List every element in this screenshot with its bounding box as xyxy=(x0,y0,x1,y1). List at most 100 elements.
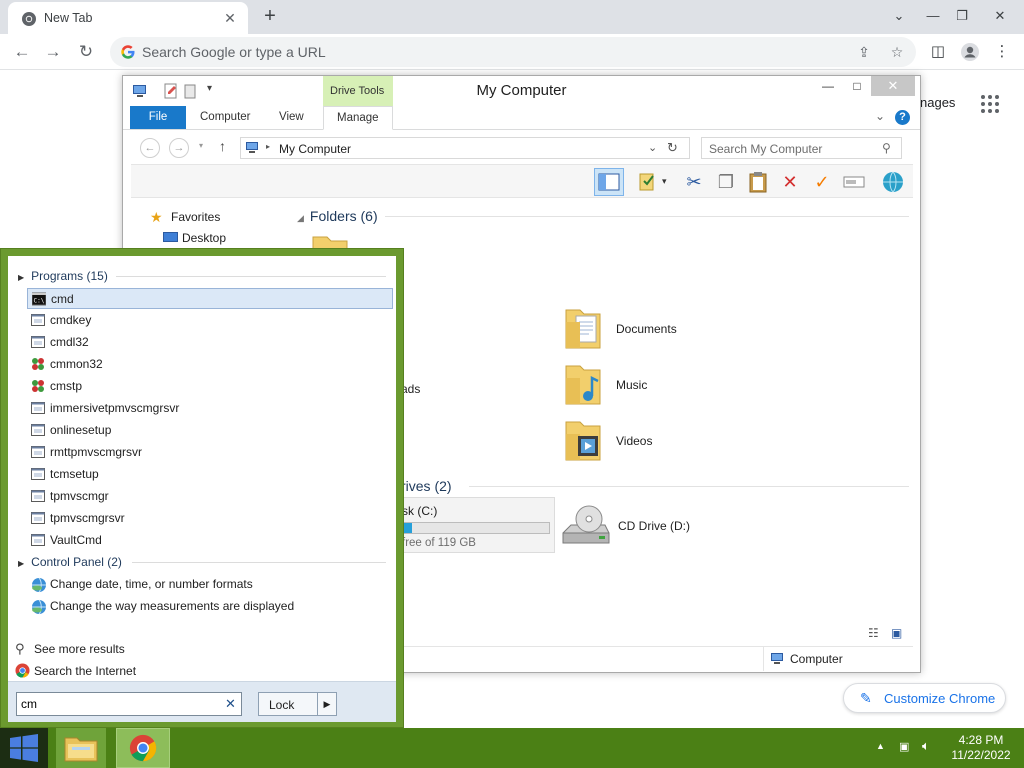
explorer-back-icon[interactable]: ← xyxy=(140,138,160,158)
properties-check-icon[interactable] xyxy=(635,170,659,194)
recent-locations-icon[interactable]: ▾ xyxy=(199,141,203,150)
nav-favorites[interactable]: Favorites xyxy=(171,210,220,224)
paste-icon[interactable] xyxy=(746,170,770,194)
explorer-close-button[interactable]: ✕ xyxy=(871,76,915,96)
large-icons-view-icon[interactable]: ▣ xyxy=(891,626,902,640)
address-dropdown-icon[interactable]: ⌄ xyxy=(648,141,657,154)
list-item-program[interactable]: cmdkey xyxy=(27,310,393,331)
close-button[interactable]: ✕ xyxy=(985,3,1015,29)
preview-pane-icon[interactable] xyxy=(594,168,624,196)
programs-group-title: Programs (15) xyxy=(31,269,108,283)
list-item-program[interactable]: C:\ cmd xyxy=(27,288,393,309)
control-panel-group-header[interactable]: ▶ Control Panel (2) xyxy=(18,555,122,569)
list-item-program[interactable]: tpmvscmgrsvr xyxy=(27,508,393,529)
list-item-program[interactable]: tpmvscmgr xyxy=(27,486,393,507)
reload-icon[interactable]: ↻ xyxy=(73,40,99,64)
customize-chrome-button[interactable]: ✎ Customize Chrome xyxy=(843,683,1006,713)
status-selection: Computer xyxy=(763,647,913,671)
quick-access-dropdown-icon[interactable]: ▾ xyxy=(207,83,223,99)
back-icon[interactable]: ← xyxy=(9,40,35,64)
desktop-icon xyxy=(163,232,178,242)
tab-new-tab[interactable]: New Tab ✕ xyxy=(8,2,248,34)
bookmark-star-icon[interactable]: ☆ xyxy=(887,42,907,62)
taskbar-chrome[interactable] xyxy=(116,728,170,768)
properties-dropdown-icon[interactable]: ▾ xyxy=(662,176,667,187)
list-item-control-panel-1[interactable]: Change the way measurements are displaye… xyxy=(27,596,393,617)
start-search-input[interactable]: ✕ xyxy=(16,692,242,716)
cut-icon[interactable]: ✂ xyxy=(682,170,706,194)
clear-search-icon[interactable]: ✕ xyxy=(225,696,236,712)
system-clock[interactable]: 4:28 PM 11/22/2022 xyxy=(946,733,1016,763)
explorer-forward-icon[interactable]: → xyxy=(169,138,189,158)
folders-group-header[interactable]: ◢ Folders (6) xyxy=(297,208,378,224)
volume-icon[interactable]: 🔈︎ xyxy=(922,738,930,754)
list-item-program[interactable]: onlinesetup xyxy=(27,420,393,441)
help-icon[interactable]: ? xyxy=(895,110,910,125)
lock-button[interactable]: Lock xyxy=(258,692,318,716)
google-apps-icon[interactable] xyxy=(981,95,999,113)
profile-avatar-icon[interactable] xyxy=(958,40,982,64)
taskbar-file-explorer[interactable] xyxy=(56,728,106,768)
share-icon[interactable]: ⇪ xyxy=(854,42,874,62)
rename-check-icon[interactable]: ✓ xyxy=(810,170,834,194)
address-bar[interactable]: ▸ My Computer ⌄ ↻ xyxy=(240,137,690,159)
ribbon-expand-icon[interactable]: ⌄ xyxy=(875,109,885,123)
explorer-search-box[interactable]: Search My Computer ⚲ xyxy=(701,137,902,159)
list-item-program[interactable]: cmmon32 xyxy=(27,354,393,375)
local-disk-tile[interactable]: sk (C:) free of 119 GB xyxy=(401,497,555,553)
tab-view[interactable]: View xyxy=(279,111,304,123)
explorer-minimize-button[interactable]: — xyxy=(813,76,843,96)
start-search-text[interactable] xyxy=(21,696,216,712)
details-view-icon[interactable]: ☷ xyxy=(868,626,879,640)
network-icon[interactable]: ▣ xyxy=(899,740,909,753)
new-folder-icon[interactable] xyxy=(183,83,199,99)
folder-music[interactable]: Music xyxy=(564,362,744,412)
programs-group-header[interactable]: ▶ Programs (15) xyxy=(18,269,108,283)
restore-button[interactable]: ❐ xyxy=(947,3,977,29)
list-item-program[interactable]: immersivetpmvscmgrsvr xyxy=(27,398,393,419)
cd-drive[interactable]: CD Drive (D:) xyxy=(561,503,721,553)
side-panel-icon[interactable]: ◫ xyxy=(926,40,950,64)
tab-manage[interactable]: Manage xyxy=(323,106,393,130)
tab-computer[interactable]: Computer xyxy=(200,111,251,123)
nav-desktop[interactable]: Desktop xyxy=(182,231,226,245)
copy-icon[interactable]: ❐ xyxy=(714,170,738,194)
tab-close-icon[interactable]: ✕ xyxy=(220,8,240,28)
list-item-program[interactable]: tcmsetup xyxy=(27,464,393,485)
list-item-program[interactable]: rmttpmvscmgrsvr xyxy=(27,442,393,463)
rename-field-icon[interactable] xyxy=(842,170,866,194)
list-item-control-panel-0[interactable]: Change date, time, or number formats xyxy=(27,574,393,595)
see-more-results-link[interactable]: ⚲ See more results xyxy=(15,639,215,659)
refresh-icon[interactable]: ↻ xyxy=(667,140,678,156)
search-internet-link[interactable]: Search the Internet xyxy=(15,661,215,681)
chrome-taskbar-icon xyxy=(129,734,157,762)
local-disk-label: sk (C:) xyxy=(402,504,438,518)
power-options-arrow-icon[interactable]: ▶ xyxy=(317,692,337,716)
properties-icon[interactable] xyxy=(163,83,179,99)
tab-search-icon[interactable]: ⌄ xyxy=(884,3,914,29)
computer-icon[interactable] xyxy=(132,83,148,99)
list-item-program[interactable]: cmdl32 xyxy=(27,332,393,353)
omnibox[interactable]: Search Google or type a URL ⇪ ☆ xyxy=(110,37,916,67)
show-hidden-icons-icon[interactable]: ▲ xyxy=(876,741,885,751)
address-row: ← → ▾ ↑ ▸ My Computer ⌄ ↻ Search My Comp… xyxy=(123,134,920,162)
folder-videos[interactable]: Videos xyxy=(564,418,744,468)
tab-file[interactable]: File xyxy=(130,106,186,129)
up-icon[interactable]: ↑ xyxy=(219,138,226,154)
explorer-maximize-button[interactable]: □ xyxy=(842,76,872,96)
address-computer-icon xyxy=(246,142,258,153)
chrome-menu-icon[interactable]: ⋮ xyxy=(990,40,1014,64)
minimize-button[interactable]: — xyxy=(918,3,948,29)
map-network-drive-icon[interactable] xyxy=(881,170,905,194)
drives-group-header-partial[interactable]: rives (2) xyxy=(401,478,452,494)
new-tab-button[interactable]: + xyxy=(258,4,282,28)
search-results: ▶ Programs (15) C:\ cmd cmdkey cmdl32 cmmon32… xyxy=(8,256,396,722)
breadcrumb[interactable]: My Computer xyxy=(279,142,351,156)
folder-documents[interactable]: Documents xyxy=(564,306,744,356)
delete-icon[interactable]: ✕ xyxy=(778,170,802,194)
start-button[interactable] xyxy=(0,728,48,768)
images-link[interactable]: nages xyxy=(920,95,955,110)
forward-icon[interactable]: → xyxy=(40,40,66,64)
list-item-program[interactable]: VaultCmd xyxy=(27,530,393,551)
list-item-program[interactable]: cmstp xyxy=(27,376,393,397)
